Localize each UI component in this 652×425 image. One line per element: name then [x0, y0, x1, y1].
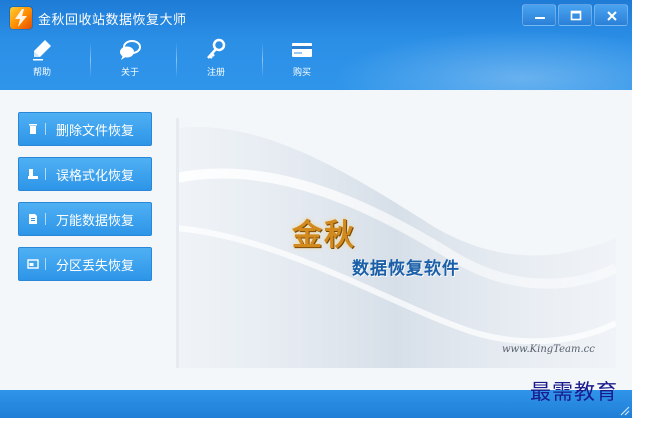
toolbar-about-button[interactable]: 关于: [100, 38, 160, 82]
card-icon: [292, 43, 312, 57]
resize-grip-icon[interactable]: [620, 406, 630, 416]
window-title: 金秋回收站数据恢复大师: [38, 13, 187, 28]
maximize-button[interactable]: [558, 4, 592, 26]
format-recovery-label: 误格式化恢复: [56, 168, 135, 184]
format-recovery-button[interactable]: 误格式化恢复: [18, 157, 152, 191]
button-divider: [45, 123, 46, 135]
chat-bubble-icon: [120, 40, 141, 60]
minimize-icon: [535, 17, 545, 19]
delete-file-recovery-label: 删除文件恢复: [56, 123, 135, 139]
close-icon: [607, 11, 617, 21]
minimize-button[interactable]: [522, 4, 556, 26]
recovery-menu: 删除文件恢复 误格式化恢复 万能数据恢复 分区丢失恢复: [18, 112, 152, 292]
app-logo-icon: [10, 7, 32, 29]
brand-banner: 金秋 数据恢复软件 www.KingTeam.cc: [176, 118, 616, 368]
watermark-text: 最需教育: [530, 380, 618, 404]
key-icon: [207, 38, 226, 59]
universal-recovery-label: 万能数据恢复: [56, 213, 135, 229]
title-bar: 金秋回收站数据恢复大师 帮助 关于 注册 购买: [0, 0, 632, 90]
toolbar-help-button[interactable]: 帮助: [12, 38, 72, 82]
toolbar-about-label: 关于: [120, 68, 139, 78]
toolbar-buy-label: 购买: [292, 68, 311, 78]
brand-name: 金秋: [292, 218, 356, 253]
trash-icon: [29, 124, 37, 134]
partition-icon: [27, 259, 39, 269]
drive-icon: [28, 169, 38, 179]
toolbar-separator: [176, 42, 177, 78]
button-divider: [45, 258, 46, 270]
main-content: 删除文件恢复 误格式化恢复 万能数据恢复 分区丢失恢复 金秋 数据恢复软件 ww…: [0, 90, 632, 390]
document-icon: [29, 214, 37, 224]
delete-file-recovery-button[interactable]: 删除文件恢复: [18, 112, 152, 146]
window-controls: [522, 4, 628, 26]
brand-subtitle: 数据恢复软件: [352, 259, 460, 279]
toolbar: 帮助 关于 注册 购买: [0, 34, 632, 84]
partition-recovery-button[interactable]: 分区丢失恢复: [18, 247, 152, 281]
brand-url: www.KingTeam.cc: [502, 344, 595, 355]
toolbar-help-label: 帮助: [32, 68, 51, 78]
pen-icon: [33, 40, 51, 61]
maximize-icon: [570, 10, 582, 21]
close-button[interactable]: [594, 4, 628, 26]
toolbar-register-button[interactable]: 注册: [186, 38, 246, 82]
universal-recovery-button[interactable]: 万能数据恢复: [18, 202, 152, 236]
button-divider: [45, 168, 46, 180]
partition-recovery-label: 分区丢失恢复: [56, 258, 135, 274]
app-window: 金秋回收站数据恢复大师 帮助 关于 注册 购买 删除文件恢复 误格式化恢复 万能…: [0, 0, 632, 418]
toolbar-separator: [262, 42, 263, 78]
wave-background-graphic: [176, 118, 616, 368]
toolbar-separator: [90, 42, 91, 78]
toolbar-register-label: 注册: [206, 68, 225, 78]
toolbar-buy-button[interactable]: 购买: [272, 38, 332, 82]
button-divider: [45, 213, 46, 225]
